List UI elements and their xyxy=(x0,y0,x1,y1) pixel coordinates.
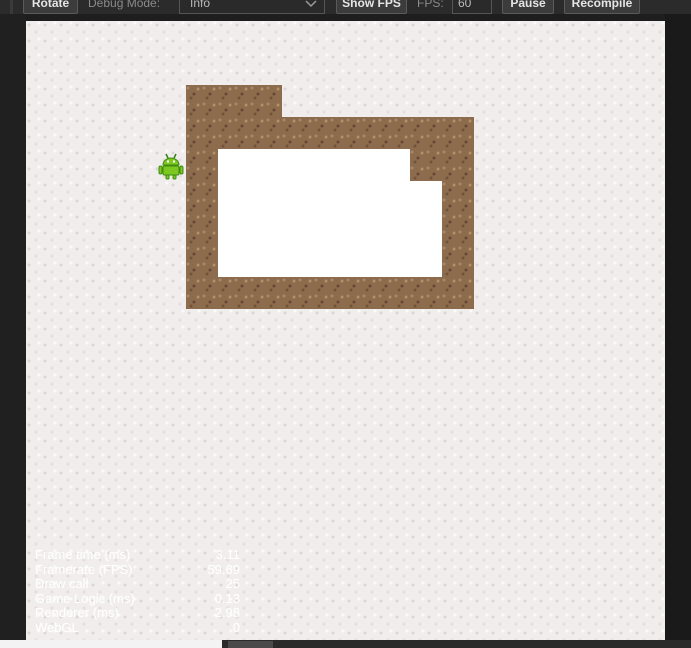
bottom-scroll-thumb[interactable] xyxy=(228,641,273,648)
fps-input[interactable]: 60 xyxy=(452,0,492,14)
stat-value: 3.11 xyxy=(215,547,240,562)
toolbar-edge xyxy=(10,0,13,14)
recompile-button[interactable]: Recompile xyxy=(564,0,640,14)
show-fps-button[interactable]: Show FPS xyxy=(336,0,407,14)
stat-value: 0 xyxy=(232,619,240,635)
chevron-down-icon xyxy=(305,0,317,8)
stat-row: Draw call 25 xyxy=(35,577,240,592)
dirt-wall-top xyxy=(186,117,474,149)
debug-mode-select[interactable]: Info xyxy=(179,0,325,14)
bottom-status-area xyxy=(0,640,222,648)
debug-stats-panel: Frame time (ms) 3.11 Framerate (FPS) 59.… xyxy=(35,547,240,636)
toolbar: Rotate Debug Mode: Info Show FPS FPS: 60… xyxy=(0,0,691,14)
stat-row: Game Logic (ms) 0.13 xyxy=(35,590,240,607)
stat-value: 25 xyxy=(225,576,240,592)
room-interior-right xyxy=(410,181,442,277)
stat-row: Renderer (ms) 2.98 xyxy=(35,606,240,621)
right-panel-strip xyxy=(665,14,691,640)
stat-value: 2.98 xyxy=(214,605,240,621)
stat-label: Renderer (ms) xyxy=(35,605,119,621)
left-panel-strip xyxy=(0,14,26,640)
android-robot-icon[interactable] xyxy=(156,151,186,181)
dirt-wall-bottom xyxy=(186,277,474,309)
stat-label: Framerate (FPS) xyxy=(35,561,133,577)
game-canvas[interactable]: Frame time (ms) 3.11 Framerate (FPS) 59.… xyxy=(26,21,665,640)
stat-label: Draw call xyxy=(35,576,89,592)
dirt-wall-top-left xyxy=(186,85,282,118)
stat-label: Game Logic (ms) xyxy=(35,590,135,606)
stat-row: Framerate (FPS) 59.69 xyxy=(35,561,240,578)
room-interior xyxy=(218,149,410,277)
stat-value: 59.69 xyxy=(207,561,240,577)
rotate-button[interactable]: Rotate xyxy=(23,0,78,14)
dirt-wall-notch xyxy=(410,149,474,181)
fps-label: FPS: xyxy=(417,0,444,10)
stat-value: 0.13 xyxy=(214,590,240,606)
debug-mode-value: Info xyxy=(190,0,211,10)
stat-row: WebGL 0 xyxy=(35,619,240,636)
pause-button[interactable]: Pause xyxy=(502,0,554,14)
stat-label: Frame time (ms) xyxy=(35,547,131,562)
stat-row: Frame time (ms) 3.11 xyxy=(35,547,240,563)
debug-mode-label: Debug Mode: xyxy=(88,0,161,10)
stat-label: WebGL xyxy=(35,619,79,635)
